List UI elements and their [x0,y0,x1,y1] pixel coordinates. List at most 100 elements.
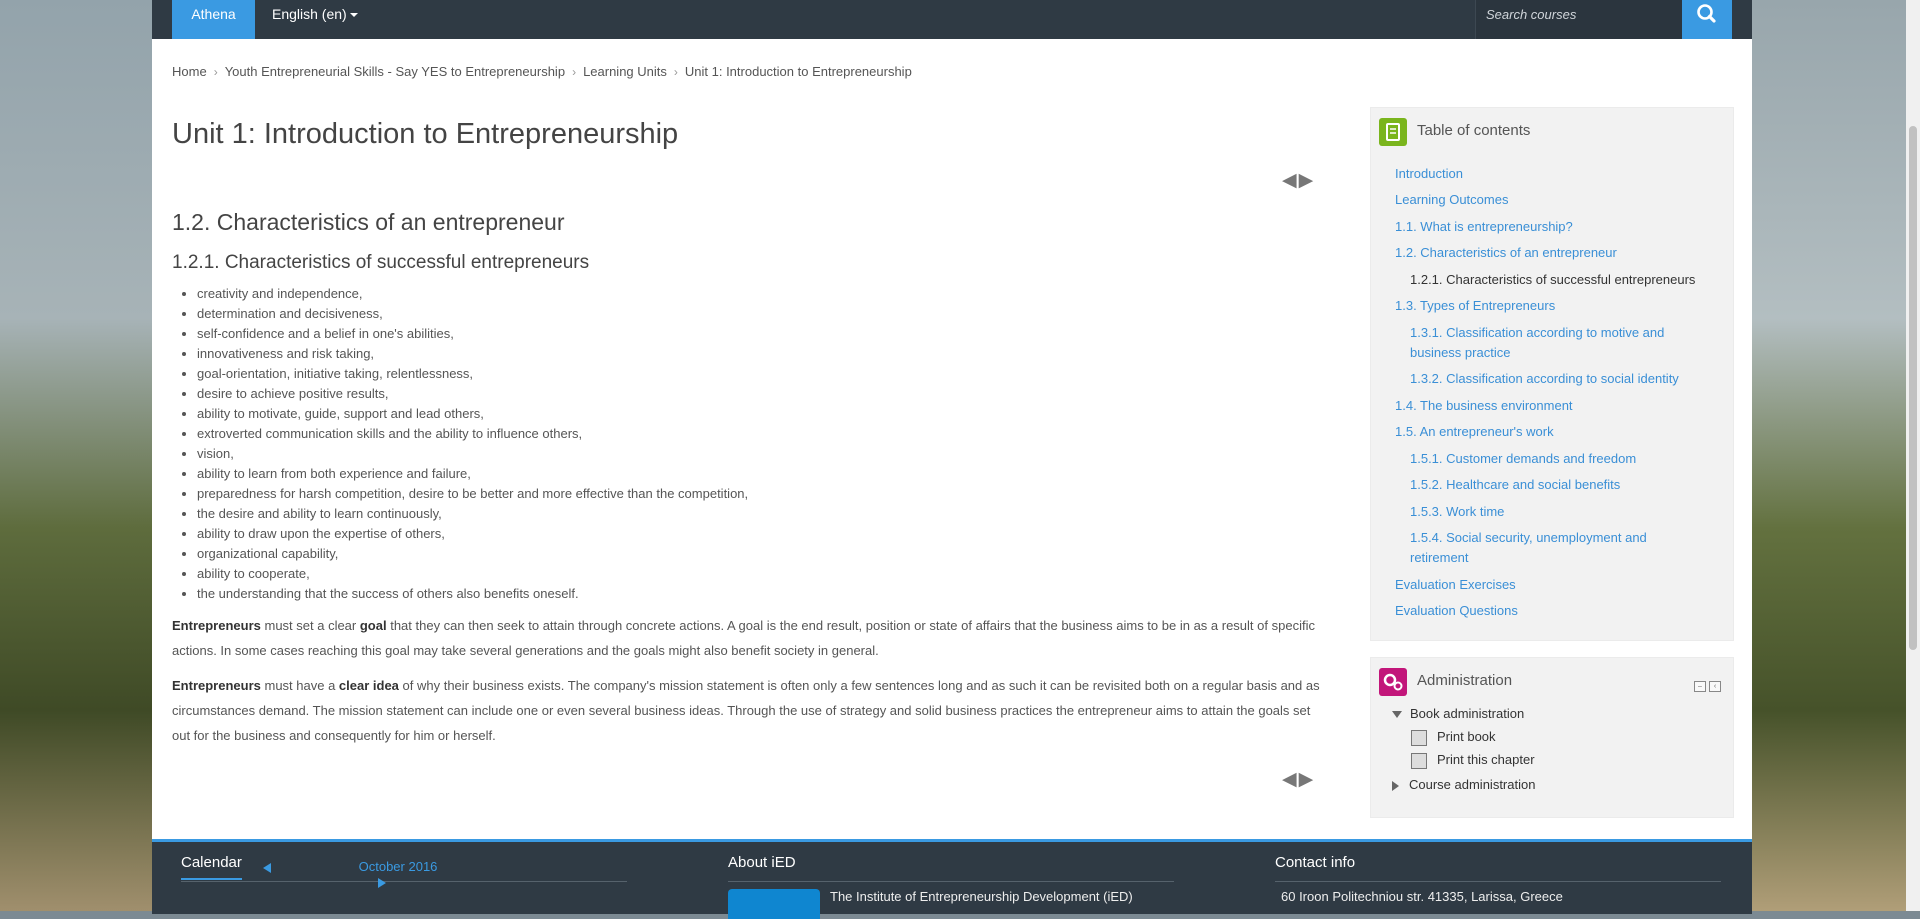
traits-list: creativity and independence, determinati… [172,284,1357,604]
print-icon [1411,752,1427,769]
list-item: extroverted communication skills and the… [197,424,1357,444]
page-container: Athena English (en) Home › Youth Entrepren… [152,0,1752,919]
toc-link[interactable]: Evaluation Questions [1395,601,1715,621]
toc-link[interactable]: Introduction [1395,164,1715,184]
breadcrumb: Home › Youth Entrepreneurial Skills - Say … [172,64,912,79]
footer-contact: Contact info 60 Iroon Politechniou str. … [1275,854,1721,904]
chapter-title: 1.2. Characteristics of an entrepreneur [172,209,565,235]
toc-link[interactable]: 1.5.1. Customer demands and freedom [1410,449,1730,469]
breadcrumb-current[interactable]: Unit 1: Introduction to Entrepreneurship [685,64,912,79]
search-button[interactable] [1682,0,1732,39]
page-scrollbar[interactable] [1906,0,1920,911]
bold-term: clear idea [338,678,399,693]
list-item: ability to draw upon the expertise of ot… [197,524,1357,544]
chevron-right-icon: › [673,65,678,79]
main-content: Unit 1: Introduction to Entrepreneurship [172,118,1332,151]
paragraph-text: must have a [260,678,339,693]
footer-calendar: Calendar October 2016 [181,854,627,888]
breadcrumb-course[interactable]: Youth Entrepreneurial Skills - Say YES t… [225,64,565,79]
toc-link[interactable]: Evaluation Exercises [1395,575,1715,595]
bold-term: goal [359,618,387,633]
admin-title: Administration [1417,672,1513,689]
list-item: preparedness for harsh competition, desi… [197,484,1357,504]
search-box [1475,0,1683,39]
toc-link[interactable]: Learning Outcomes [1395,190,1715,210]
toc-link[interactable]: 1.3. Types of Entrepreneurs [1395,296,1715,316]
chevron-right-icon: › [213,65,218,79]
bold-term: Entrepreneurs [172,678,261,693]
toc-link[interactable]: 1.5.3. Work time [1410,502,1730,522]
toc-link[interactable]: 1.5.2. Healthcare and social benefits [1410,475,1730,495]
list-item: creativity and independence, [197,284,1357,304]
book-admin-item[interactable]: Book administration [1392,706,1524,721]
list-item: the desire and ability to learn continuo… [197,504,1357,524]
list-item: ability to learn from both experience an… [197,464,1357,484]
chapter-nav-top: ◀▶ [1282,169,1332,191]
contact-text: 60 Iroon Politechniou str. 41335, Lariss… [1281,889,1563,904]
toc-title: Table of contents [1417,122,1531,139]
subchapter-title: 1.2.1. Characteristics of successful ent… [172,252,590,273]
ied-logo [728,889,820,919]
list-item: determination and decisiveness, [197,304,1357,324]
contact-title: Contact info [1275,854,1356,871]
scrollbar-thumb[interactable] [1909,126,1917,650]
about-text: The Institute of Entrepreneurship Develo… [830,889,1133,904]
background-right [1743,0,1906,911]
print-icon [1411,729,1427,746]
language-menu[interactable]: English (en) [272,0,358,39]
idea-paragraph: Entrepreneurs must have a clear idea of … [172,673,1332,748]
search-icon [1697,4,1716,23]
toc-link[interactable]: 1.1. What is entrepreneurship? [1395,217,1715,237]
list-item: self-confidence and a belief in one's ab… [197,324,1357,344]
calendar-title: Calendar [181,854,242,880]
brand-link[interactable]: Athena [172,0,255,39]
list-item: innovativeness and risk taking, [197,344,1357,364]
top-navbar: Athena English (en) [152,0,1752,39]
dock-icon[interactable]: ‹ [1709,681,1721,692]
book-admin-label: Book administration [1410,706,1525,721]
breadcrumb-home[interactable]: Home [172,64,207,79]
list-item: the understanding that the success of ot… [197,584,1357,604]
page-title: Unit 1: Introduction to Entrepreneurship [172,118,679,150]
list-item: ability to motivate, guide, support and … [197,404,1357,424]
next-chapter-icon[interactable]: ▶ [1299,769,1316,790]
expanded-icon [1392,711,1402,719]
chapter-nav-bottom: ◀▶ [1282,768,1332,790]
breadcrumb-learning-units[interactable]: Learning Units [583,64,667,79]
prev-month-icon[interactable] [263,862,271,873]
list-item: ability to cooperate, [197,564,1357,584]
goal-paragraph: Entrepreneurs must set a clear goal that… [172,613,1332,663]
toc-header: Table of contents [1371,108,1733,148]
list-item: goal-orientation, initiative taking, rel… [197,364,1357,384]
print-book-item[interactable]: Print book [1411,729,1496,746]
calendar-month[interactable]: October 2016 [359,859,438,874]
book-icon [1379,118,1407,146]
block-controls: – ‹ [1691,675,1721,693]
toc-link[interactable]: 1.4. The business environment [1395,396,1715,416]
calendar-nav: October 2016 [263,859,543,889]
toc-link[interactable]: 1.5. An entrepreneur's work [1395,422,1715,442]
footer-about: About iED The Institute of Entrepreneurs… [728,854,1174,919]
toc-current-item: 1.2.1. Characteristics of successful ent… [1410,272,1696,287]
list-item: vision, [197,444,1357,464]
paragraph-text: must set a clear [260,618,360,633]
course-admin-item[interactable]: Course administration [1392,777,1535,792]
next-month-icon[interactable] [378,877,386,888]
footer-heading: Contact info [1275,854,1721,882]
search-input[interactable] [1476,0,1676,28]
previous-chapter-icon[interactable]: ◀ [1282,769,1299,790]
toc-link[interactable]: 1.2. Characteristics of an entrepreneur [1395,243,1715,263]
print-chapter-item[interactable]: Print this chapter [1411,752,1535,769]
about-content: The Institute of Entrepreneurship Develo… [728,889,1174,919]
toc-link[interactable]: 1.3.2. Classification according to socia… [1410,369,1730,389]
toc-link[interactable]: 1.5.4. Social security, unemployment and… [1410,528,1700,568]
list-item: desire to achieve positive results, [197,384,1357,404]
next-chapter-icon[interactable]: ▶ [1299,170,1316,191]
toc-link[interactable]: 1.3.1. Classification according to motiv… [1410,323,1700,363]
caret-down-icon [349,13,358,18]
collapse-icon[interactable]: – [1694,681,1706,692]
list-item: organizational capability, [197,544,1357,564]
previous-chapter-icon[interactable]: ◀ [1282,170,1299,191]
language-label: English (en) [272,6,347,22]
collapsed-icon [1392,780,1399,791]
